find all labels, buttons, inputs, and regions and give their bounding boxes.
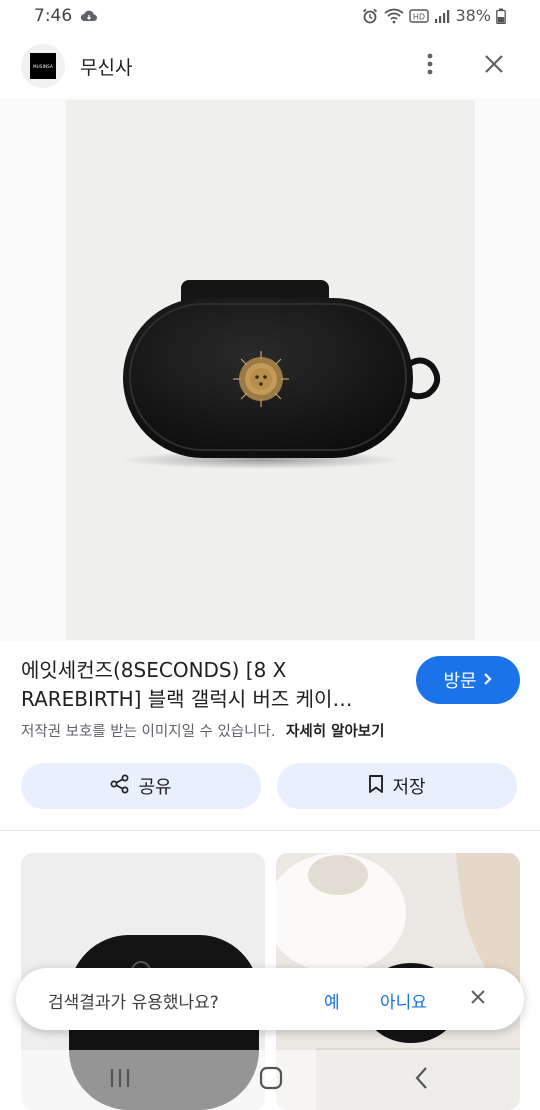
more-vert-icon (427, 53, 433, 79)
svg-text:HD: HD (413, 12, 425, 21)
site-logo-text: MUSINSA (30, 53, 56, 79)
status-time: 7:46 (34, 6, 73, 26)
site-logo[interactable]: MUSINSA (21, 44, 65, 88)
alarm-icon (361, 7, 379, 25)
product-title[interactable]: 에잇세컨즈(8SECONDS) [8 X RAREBIRTH] 블랙 갤럭시 버… (21, 656, 391, 714)
feedback-yes-button[interactable]: 예 (324, 988, 340, 1013)
feedback-question: 검색결과가 유용했나요? (48, 993, 219, 1013)
close-button[interactable] (478, 50, 510, 82)
bookmark-icon (368, 774, 384, 799)
copyright-notice: 저작권 보호를 받는 이미지일 수 있습니다. 자세히 알아보기 (21, 720, 384, 741)
feedback-snackbar: 검색결과가 유용했나요? 예 아니요 (16, 968, 524, 1030)
battery-icon (496, 8, 506, 24)
cloud-icon (80, 8, 98, 27)
wifi-icon (384, 8, 404, 24)
share-icon (110, 774, 130, 799)
signal-icon (434, 8, 450, 24)
feedback-no-button[interactable]: 아니요 (380, 988, 427, 1013)
back-icon (412, 1067, 432, 1094)
home-button[interactable] (259, 1066, 283, 1094)
share-button[interactable]: 공유 (21, 763, 261, 809)
close-icon (484, 54, 504, 78)
status-bar: 7:46 HD 38% (0, 0, 540, 34)
share-label: 공유 (138, 777, 172, 798)
hd-icon: HD (409, 8, 430, 23)
save-button[interactable]: 저장 (277, 763, 517, 809)
copyright-text: 저작권 보호를 받는 이미지일 수 있습니다. (21, 724, 276, 740)
visit-button-label: 방문 (443, 671, 477, 692)
visit-button[interactable]: 방문 (416, 656, 520, 704)
more-options-button[interactable] (414, 50, 446, 82)
chevron-right-icon (483, 670, 493, 691)
save-label: 저장 (392, 777, 426, 798)
section-divider (0, 830, 540, 831)
earbuds-case-illustration (121, 280, 441, 469)
learn-more-link[interactable]: 자세히 알아보기 (286, 724, 384, 740)
product-image[interactable] (66, 100, 475, 640)
product-image-area (0, 98, 540, 641)
site-header: MUSINSA 무신사 (0, 40, 540, 92)
site-name[interactable]: 무신사 (80, 53, 132, 80)
battery-percent: 38% (455, 6, 491, 25)
home-icon (259, 1066, 283, 1094)
recents-icon (108, 1069, 132, 1093)
status-indicators: HD 38% (361, 6, 506, 25)
recents-button[interactable] (108, 1067, 132, 1093)
back-button[interactable] (412, 1066, 432, 1094)
feedback-close-button[interactable] (466, 987, 490, 1011)
system-nav-bar (0, 1050, 540, 1110)
close-icon (470, 989, 486, 1009)
